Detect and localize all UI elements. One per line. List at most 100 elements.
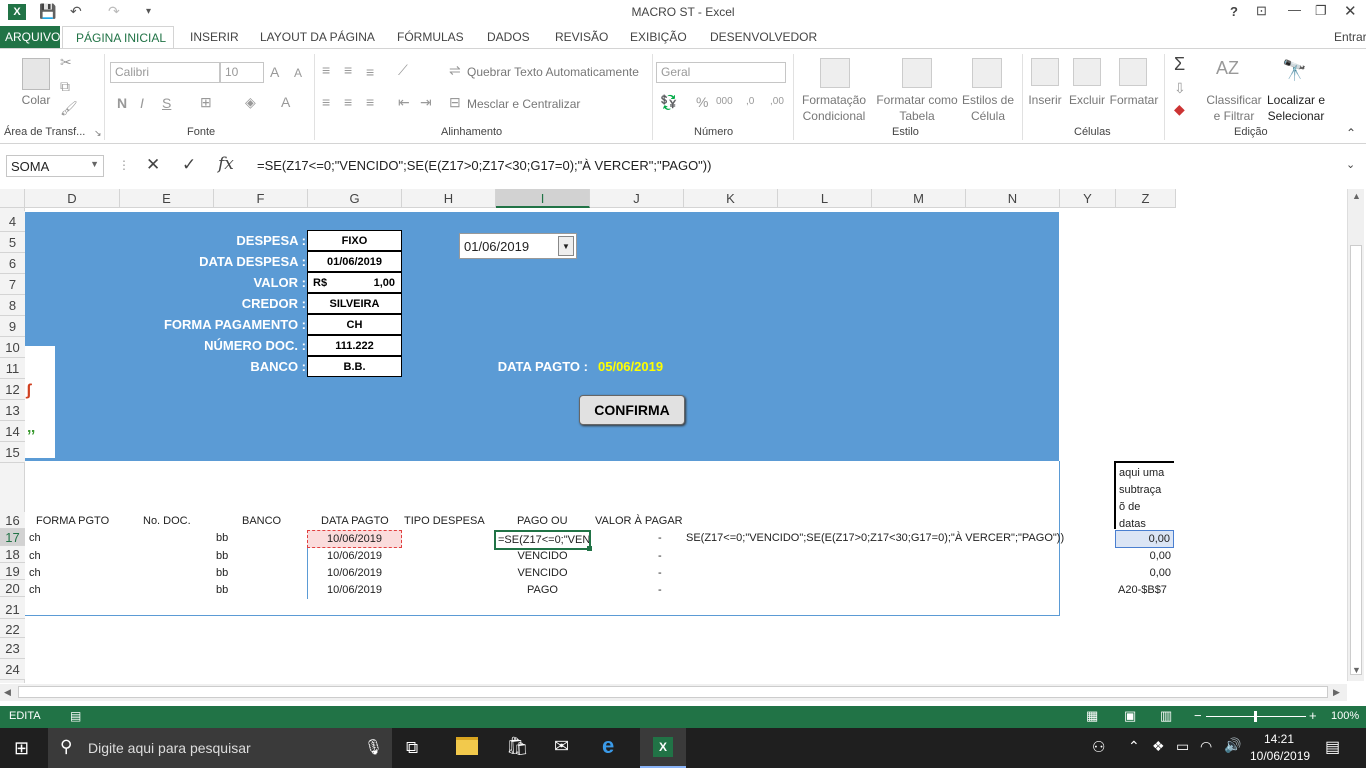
row-header[interactable]: 14: [0, 421, 25, 442]
increase-indent-icon[interactable]: ⇥: [420, 94, 432, 111]
col-header-z[interactable]: Z: [1116, 189, 1176, 208]
cell-banco[interactable]: bb: [216, 584, 228, 596]
fill-color-icon[interactable]: ◈: [245, 94, 256, 111]
cell-forma[interactable]: ch: [29, 532, 41, 544]
row-header[interactable]: 5: [0, 232, 25, 253]
col-header-f[interactable]: F: [214, 189, 308, 208]
fill-icon[interactable]: ⇩: [1174, 80, 1186, 97]
zoom-level[interactable]: 100%: [1331, 710, 1359, 722]
format-cells-icon[interactable]: [1119, 58, 1147, 86]
formula-input[interactable]: =SE(Z17<=0;"VENCIDO";SE(E(Z17>0;Z17<30;G…: [247, 155, 1347, 177]
page-layout-view-icon[interactable]: ▣: [1124, 708, 1136, 724]
cell-z-selected[interactable]: 0,00: [1115, 530, 1174, 548]
notifications-icon[interactable]: ▤: [1325, 737, 1340, 757]
paste-icon[interactable]: [22, 58, 50, 90]
delete-button[interactable]: Excluir: [1066, 92, 1108, 108]
cell-status[interactable]: VENCIDO: [495, 550, 590, 562]
tab-inserir[interactable]: INSERIR: [190, 30, 239, 44]
clock-date[interactable]: 10/06/2019: [1250, 749, 1310, 763]
cell-valor[interactable]: -: [658, 532, 662, 544]
minimize-button[interactable]: —: [1288, 2, 1301, 17]
store-icon[interactable]: 🛍: [506, 736, 529, 757]
wrap-text-button[interactable]: Quebrar Texto Automaticamente: [467, 64, 639, 80]
active-cell-status[interactable]: =SE(Z17<=0;"VEN: [494, 530, 591, 550]
format-button[interactable]: Formatar: [1108, 92, 1160, 108]
cell-forma[interactable]: ch: [29, 567, 41, 579]
tab-desenvolvedor[interactable]: DESENVOLVEDOR: [710, 30, 817, 44]
row-header[interactable]: 23: [0, 638, 25, 659]
tab-exibicao[interactable]: EXIBIÇÃO: [630, 30, 687, 44]
tab-pagina-inicial[interactable]: PÁGINA INICIAL: [62, 26, 174, 48]
macro-record-icon[interactable]: ▤: [70, 709, 81, 723]
number-format-dropdown[interactable]: Geral: [656, 62, 786, 83]
field-forma-pagamento[interactable]: CH: [307, 314, 402, 335]
paste-button[interactable]: Colar: [14, 92, 58, 108]
clock-time[interactable]: 14:21: [1264, 732, 1294, 746]
col-header-l[interactable]: L: [778, 189, 872, 208]
search-box[interactable]: ⚲ Digite aqui para pesquisar 🎙: [48, 728, 392, 768]
col-header-n[interactable]: N: [966, 189, 1060, 208]
cell-valor[interactable]: -: [658, 550, 662, 562]
format-table-button[interactable]: Formatar como Tabela: [874, 92, 960, 124]
merge-center-button[interactable]: Mesclar e Centralizar: [467, 96, 580, 112]
edge-icon[interactable]: e: [602, 733, 614, 759]
select-all-corner[interactable]: [0, 189, 25, 208]
cancel-icon[interactable]: ✕: [146, 155, 160, 175]
format-painter-icon[interactable]: 🖌: [60, 100, 78, 117]
tab-layout[interactable]: LAYOUT DA PÁGINA: [260, 30, 375, 44]
confirm-button[interactable]: CONFIRMA: [579, 395, 685, 425]
scroll-left-icon[interactable]: ◀: [4, 687, 11, 698]
row-header[interactable]: 19: [0, 563, 25, 580]
help-button[interactable]: ?: [1230, 4, 1238, 19]
row-header[interactable]: 22: [0, 619, 25, 638]
row-header[interactable]: 10: [0, 337, 25, 358]
zoom-out-icon[interactable]: −: [1194, 708, 1202, 723]
row-header[interactable]: 12: [0, 379, 25, 400]
find-select-button[interactable]: Localizar e Selecionar: [1262, 92, 1330, 124]
merge-icon[interactable]: ⊟: [449, 94, 461, 111]
dropbox-icon[interactable]: ❖: [1152, 738, 1165, 755]
bold-icon[interactable]: N: [117, 95, 127, 111]
h-scroll-thumb[interactable]: [18, 686, 1328, 698]
row-header-active[interactable]: 17: [0, 529, 25, 546]
autosum-icon[interactable]: Σ: [1174, 54, 1185, 75]
cell-status[interactable]: VENCIDO: [495, 567, 590, 579]
italic-icon[interactable]: I: [140, 95, 144, 111]
col-header-k[interactable]: K: [684, 189, 778, 208]
col-header-j[interactable]: J: [590, 189, 684, 208]
underline-icon[interactable]: S: [162, 95, 171, 111]
cell-z[interactable]: 0,00: [1115, 567, 1171, 579]
align-left-icon[interactable]: ≡: [322, 94, 330, 110]
row-header[interactable]: 24: [0, 659, 25, 680]
horizontal-scrollbar[interactable]: ◀ ▶: [0, 684, 1347, 701]
align-top-icon[interactable]: ≡: [322, 62, 330, 78]
row-header[interactable]: 11: [0, 358, 25, 379]
cell-banco[interactable]: bb: [216, 567, 228, 579]
cell-overflow-formula[interactable]: SE(Z17<=0;"VENCIDO";SE(E(Z17>0;Z17<30;G1…: [686, 532, 1064, 544]
tab-formulas[interactable]: FÓRMULAS: [397, 30, 464, 44]
cell-z[interactable]: A20-$B$7: [1118, 584, 1167, 596]
tray-chevron-icon[interactable]: ⌃: [1128, 738, 1140, 755]
enter-icon[interactable]: ✓: [182, 155, 196, 175]
field-credor[interactable]: SILVEIRA: [307, 293, 402, 314]
signin-link[interactable]: Entrar: [1334, 30, 1366, 44]
row-header[interactable]: 4: [0, 211, 25, 232]
cell-status[interactable]: PAGO: [495, 584, 590, 596]
scroll-right-icon[interactable]: ▶: [1333, 687, 1340, 698]
battery-icon[interactable]: ▭: [1176, 738, 1189, 755]
chevron-down-icon[interactable]: ▼: [558, 236, 574, 256]
sort-filter-icon[interactable]: AZ: [1216, 58, 1239, 79]
row-header[interactable]: 15: [0, 442, 25, 463]
scroll-down-icon[interactable]: ▼: [1352, 665, 1361, 675]
decrease-decimal-icon[interactable]: ,00: [770, 96, 784, 107]
cell-valor[interactable]: -: [658, 567, 662, 579]
field-valor[interactable]: R$ 1,00: [307, 272, 402, 293]
thousands-icon[interactable]: 000: [716, 96, 733, 107]
row-header[interactable]: 6: [0, 253, 25, 274]
font-color-icon[interactable]: A: [281, 94, 290, 110]
sort-filter-button[interactable]: Classificar e Filtrar: [1202, 92, 1266, 124]
page-break-view-icon[interactable]: ▥: [1160, 708, 1172, 724]
find-icon[interactable]: 🔭: [1282, 58, 1307, 83]
cell-z[interactable]: 0,00: [1115, 550, 1171, 562]
row-header[interactable]: 13: [0, 400, 25, 421]
